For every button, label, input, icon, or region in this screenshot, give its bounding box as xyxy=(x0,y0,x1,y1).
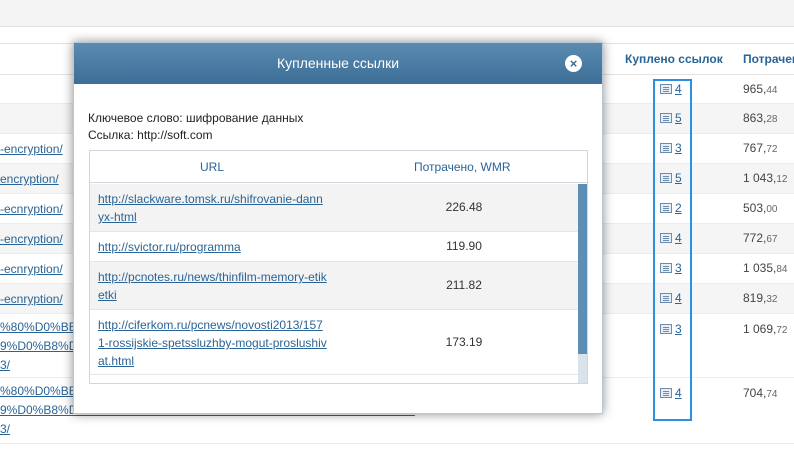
spent-value: 965,44 xyxy=(743,82,777,96)
row-link[interactable]: encryption/ xyxy=(0,171,59,188)
close-icon[interactable]: × xyxy=(565,55,582,72)
spent-cents: 44 xyxy=(766,85,778,96)
spent-main: 503, xyxy=(743,201,767,215)
spent-main: 772, xyxy=(743,231,767,245)
row-link[interactable]: 3/ xyxy=(0,357,10,374)
row-link[interactable]: -encryption/ xyxy=(0,141,63,158)
purchased-link[interactable]: http://slackware.tomsk.ru/shifrovanie-da… xyxy=(98,190,328,226)
spent-cents: 32 xyxy=(766,294,778,305)
bought-column-highlight xyxy=(653,79,692,421)
link-spent: 119.90 xyxy=(446,239,482,253)
spent-value: 767,72 xyxy=(743,141,777,155)
link-row: http://svictor.ru/programma 119.90 xyxy=(90,232,580,262)
column-header-bought[interactable]: Куплено ссылок xyxy=(625,52,723,66)
link-spent: 226.48 xyxy=(445,200,483,214)
purchased-link[interactable]: http://ciferkom.ru/pcnews/novosti2013/15… xyxy=(98,316,328,370)
spent-value: 1 035,84 xyxy=(743,261,788,275)
spent-value: 819,32 xyxy=(743,291,777,305)
spent-main: 1 043, xyxy=(743,171,777,185)
keyword-line: Ключевое слово: шифрование данных xyxy=(88,111,304,125)
link-row: http://slackware.tomsk.ru/shifrovanie-da… xyxy=(90,184,580,232)
spent-cents: 84 xyxy=(776,264,788,275)
row-link[interactable]: 9%D0%B8%D xyxy=(0,338,77,355)
row-link[interactable]: -ecnryption/ xyxy=(0,291,63,308)
spent-value: 772,67 xyxy=(743,231,777,245)
row-link[interactable]: -ecnryption/ xyxy=(0,261,63,278)
row-link[interactable]: -ecnryption/ xyxy=(0,201,63,218)
row-link[interactable]: %80%D0%BE xyxy=(0,383,77,400)
link-line: Ссылка: http://soft.com xyxy=(88,128,213,142)
row-link[interactable]: 3/ xyxy=(0,421,10,438)
link-row: http://ciferkom.ru/pcnews/novosti2013/15… xyxy=(90,310,580,375)
link-spent: 173.19 xyxy=(445,335,483,349)
dialog-title: Купленные ссылки xyxy=(276,55,400,71)
purchased-links-dialog: Купленные ссылки × Ключевое слово: шифро… xyxy=(73,42,603,414)
top-bar xyxy=(0,0,794,27)
link-spent: 211.82 xyxy=(446,278,482,292)
spent-value: 1 069,72 xyxy=(743,322,788,336)
scrollbar-thumb[interactable] xyxy=(578,184,587,354)
spent-main: 863, xyxy=(743,111,767,125)
row-link[interactable]: -encryption/ xyxy=(0,231,63,248)
column-header-spent-wmr: Потрачено, WMR xyxy=(414,160,511,174)
link-row: http://pcnotes.ru/news/thinfilm-memory-e… xyxy=(90,262,580,310)
spent-cents: 72 xyxy=(776,325,788,336)
purchased-link[interactable]: http://pcnotes.ru/news/thinfilm-memory-e… xyxy=(98,268,328,304)
column-header-spent[interactable]: Потрачено xyxy=(743,52,794,66)
spent-value: 863,28 xyxy=(743,111,777,125)
spent-value: 704,74 xyxy=(743,386,777,400)
purchased-link[interactable]: http://svictor.ru/programma xyxy=(98,238,328,256)
spent-cents: 74 xyxy=(766,389,778,400)
row-link[interactable]: %80%D0%BE xyxy=(0,319,77,336)
spent-main: 1 069, xyxy=(743,322,777,336)
spent-cents: 72 xyxy=(766,144,778,155)
spent-main: 1 035, xyxy=(743,261,777,275)
spent-cents: 67 xyxy=(766,234,778,245)
spent-cents: 12 xyxy=(776,174,788,185)
spent-main: 767, xyxy=(743,141,767,155)
spent-value: 1 043,12 xyxy=(743,171,788,185)
links-table-header: URL Потрачено, WMR xyxy=(90,151,587,183)
links-table: URL Потрачено, WMR http://slackware.toms… xyxy=(89,150,588,384)
dialog-meta: Ключевое слово: шифрование данных Ссылка… xyxy=(88,110,303,144)
spent-main: 819, xyxy=(743,291,767,305)
dialog-header: Купленные ссылки × xyxy=(74,43,602,84)
spent-cents: 28 xyxy=(766,114,778,125)
column-header-url: URL xyxy=(200,160,225,174)
spent-cents: 00 xyxy=(766,204,778,215)
spent-value: 503,00 xyxy=(743,201,777,215)
spent-main: 965, xyxy=(743,82,767,96)
spent-main: 704, xyxy=(743,386,767,400)
